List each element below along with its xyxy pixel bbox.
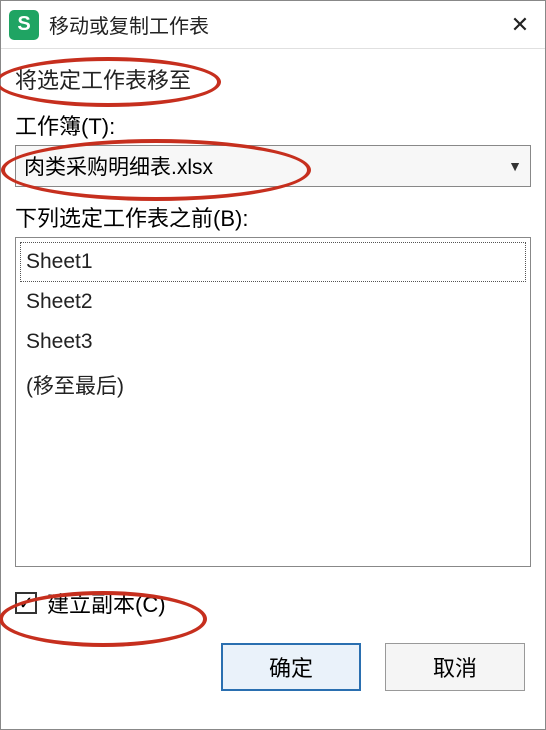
list-item[interactable]: Sheet3 xyxy=(20,322,526,362)
workbook-label: 工作簿(T): xyxy=(15,109,531,141)
close-icon: ✕ xyxy=(511,12,529,38)
move-to-label: 将选定工作表移至 xyxy=(15,63,191,95)
titlebar: S 移动或复制工作表 ✕ xyxy=(1,1,545,49)
move-or-copy-dialog: S 移动或复制工作表 ✕ 将选定工作表移至 工作簿(T): 肉类采购明细表.xl… xyxy=(0,0,546,730)
list-item[interactable]: (移至最后) xyxy=(20,362,526,408)
create-copy-label: 建立副本(C) xyxy=(47,587,166,619)
app-icon: S xyxy=(9,10,39,40)
sheet-listbox[interactable]: Sheet1 Sheet2 Sheet3 (移至最后) xyxy=(15,237,531,567)
list-item[interactable]: Sheet2 xyxy=(20,282,526,322)
close-button[interactable]: ✕ xyxy=(505,10,535,40)
create-copy-checkbox[interactable]: ✓ 建立副本(C) xyxy=(15,587,531,619)
dialog-title: 移动或复制工作表 xyxy=(49,10,505,39)
ok-button[interactable]: 确定 xyxy=(221,643,361,691)
chevron-down-icon: ▼ xyxy=(508,158,522,174)
dialog-buttons: 确定 取消 xyxy=(15,643,531,691)
dialog-content: 将选定工作表移至 工作簿(T): 肉类采购明细表.xlsx ▼ 下列选定工作表之… xyxy=(1,49,545,691)
cancel-button[interactable]: 取消 xyxy=(385,643,525,691)
workbook-selected-value: 肉类采购明细表.xlsx xyxy=(24,151,213,181)
before-sheet-label: 下列选定工作表之前(B): xyxy=(15,201,531,233)
list-item[interactable]: Sheet1 xyxy=(20,242,526,282)
check-icon: ✓ xyxy=(18,594,33,612)
workbook-dropdown[interactable]: 肉类采购明细表.xlsx ▼ xyxy=(15,145,531,187)
checkbox-box: ✓ xyxy=(15,592,37,614)
